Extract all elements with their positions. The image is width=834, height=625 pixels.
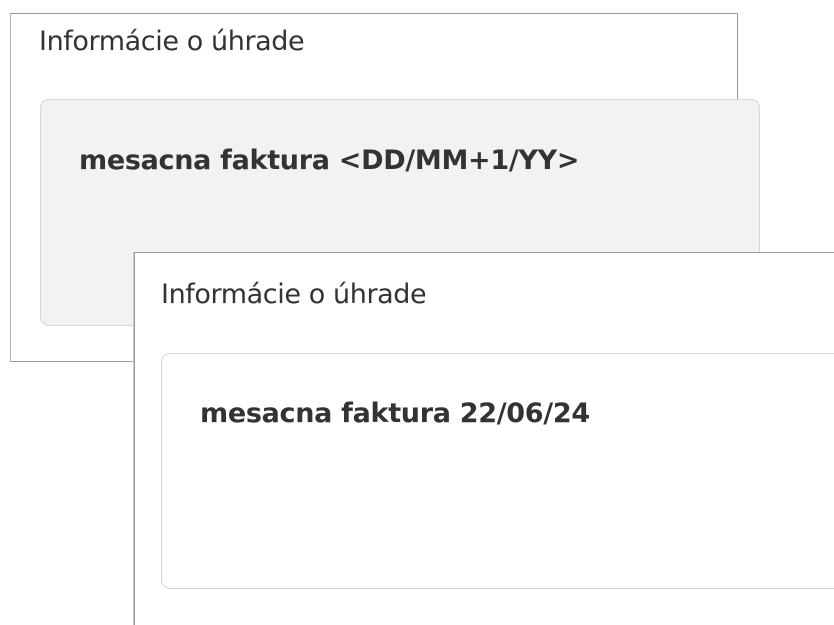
payment-info-label: Informácie o úhrade — [39, 26, 305, 57]
payment-info-result-panel: Informácie o úhrade mesacna faktura 22/0… — [134, 252, 834, 625]
payment-info-result-field[interactable]: mesacna faktura 22/06/24 — [161, 353, 834, 589]
payment-info-label: Informácie o úhrade — [161, 279, 427, 310]
payment-info-template-value: mesacna faktura <DD/MM+1/YY> — [79, 145, 580, 176]
payment-info-result-value: mesacna faktura 22/06/24 — [200, 398, 590, 429]
screenshot-canvas: Informácie o úhrade mesacna faktura <DD/… — [0, 0, 834, 625]
